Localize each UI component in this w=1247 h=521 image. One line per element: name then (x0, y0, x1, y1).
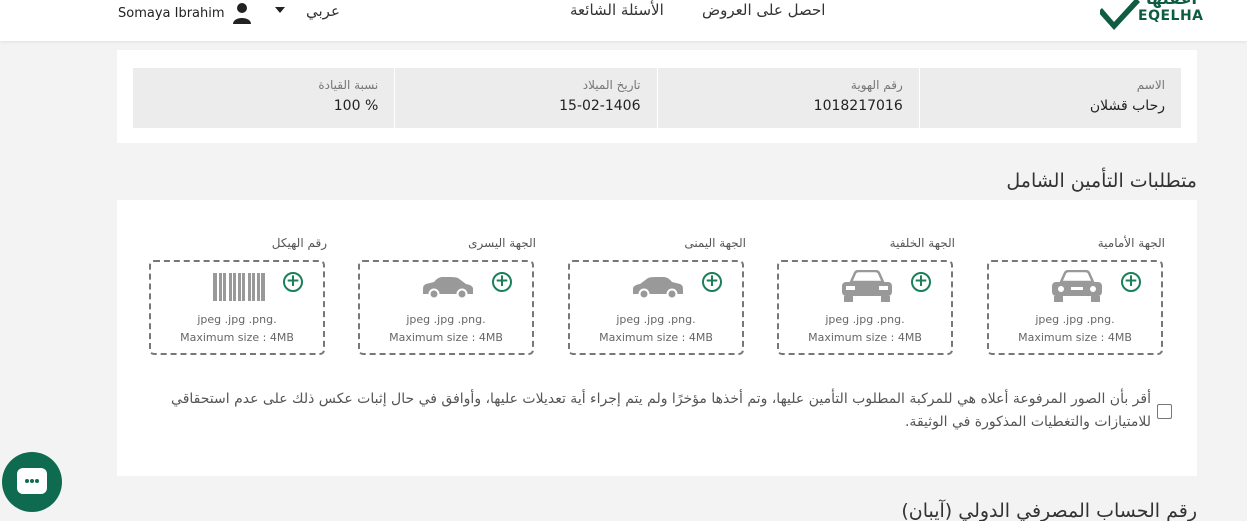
driver-info-table: الاسم رحاب قشلان رقم الهوية 1018217016 ت… (133, 68, 1181, 128)
info-label: تاريخ الميلاد (582, 78, 641, 92)
info-cell-name: الاسم رحاب قشلان (918, 68, 1181, 128)
car-rear-icon (842, 270, 892, 302)
nav-link-get-offers[interactable]: احصل على العروض (702, 1, 825, 19)
car-side-icon (633, 277, 683, 300)
upload-right-side: الجهة اليمنى + jpeg .jpg .png. Maximum s… (568, 236, 746, 355)
info-value: 100 % (333, 98, 379, 114)
language-selector[interactable]: عربي (306, 2, 340, 20)
iban-section-title: رقم الحساب المصرفي الدولي (آيبان) (901, 500, 1197, 521)
upload-dropzone[interactable]: + jpeg .jpg .png. Maximum size : 4MB (149, 260, 325, 355)
info-cell-driving-percentage: نسبة القيادة 100 % (133, 68, 394, 128)
upload-dropzone[interactable]: + jpeg .jpg .png. Maximum size : 4MB (568, 260, 744, 355)
agreement-text: أقر بأن الصور المرفوعة أعلاه هي للمركبة … (171, 391, 1151, 430)
nav-link-faq[interactable]: الأسئلة الشائعة (570, 1, 664, 19)
add-photo-icon[interactable]: + (492, 272, 512, 292)
info-label: الاسم (1136, 78, 1165, 92)
upload-rear: الجهة الخلفية + jpeg .jpg .png. Maximum … (777, 236, 955, 355)
language-dropdown-caret-icon[interactable] (275, 7, 285, 13)
top-navbar: Somaya Ibrahim عربي الأسئلة الشائعة احصل… (0, 0, 1247, 41)
file-types-hint: jpeg .jpg .png. (406, 313, 486, 326)
max-size-hint: Maximum size : 4MB (1018, 331, 1132, 344)
info-value: رحاب قشلان (1089, 98, 1165, 114)
upload-label: الجهة الخلفية (889, 236, 955, 250)
file-types-hint: jpeg .jpg .png. (825, 313, 905, 326)
upload-chassis-number: رقم الهيكل + jpeg .jpg .png. Maximum siz… (149, 236, 327, 355)
agreement-checkbox[interactable] (1157, 404, 1172, 419)
user-menu[interactable]: Somaya Ibrahim (118, 2, 251, 24)
car-side-icon (423, 277, 473, 300)
file-types-hint: jpeg .jpg .png. (197, 313, 277, 326)
info-value: 1018217016 (813, 98, 903, 114)
chat-button[interactable] (2, 452, 62, 512)
upload-left-side: الجهة اليسرى + jpeg .jpg .png. Maximum s… (358, 236, 536, 355)
upload-dropzone[interactable]: + jpeg .jpg .png. Maximum size : 4MB (777, 260, 953, 355)
add-photo-icon[interactable]: + (702, 272, 722, 292)
user-name: Somaya Ibrahim (118, 5, 225, 21)
info-label: نسبة القيادة (318, 78, 379, 92)
upload-label: الجهة اليسرى (468, 236, 536, 250)
add-photo-icon[interactable]: + (1121, 272, 1141, 292)
upload-label: الجهة اليمنى (684, 236, 746, 250)
upload-front: الجهة الأمامية + jpeg .jpg .png. Maximum… (987, 236, 1165, 355)
upload-dropzone[interactable]: + jpeg .jpg .png. Maximum size : 4MB (987, 260, 1163, 355)
upload-dropzone[interactable]: + jpeg .jpg .png. Maximum size : 4MB (358, 260, 534, 355)
upload-label: الجهة الأمامية (1097, 236, 1165, 250)
max-size-hint: Maximum size : 4MB (180, 331, 294, 344)
user-icon (232, 3, 251, 24)
add-photo-icon[interactable]: + (911, 272, 931, 292)
chat-bubble-icon (17, 468, 47, 494)
logo-text: EQELHA (1138, 8, 1204, 24)
max-size-hint: Maximum size : 4MB (389, 331, 503, 344)
car-front-icon (1052, 270, 1102, 302)
info-cell-id: رقم الهوية 1018217016 (656, 68, 919, 128)
info-cell-birthdate: تاريخ الميلاد 15-02-1406 (394, 68, 656, 128)
info-label: رقم الهوية (850, 78, 903, 92)
file-types-hint: jpeg .jpg .png. (616, 313, 696, 326)
insurance-requirements-title: متطلبات التأمين الشامل (1006, 170, 1197, 192)
max-size-hint: Maximum size : 4MB (599, 331, 713, 344)
logo-arabic-text: اعقلها (1146, 0, 1197, 8)
add-photo-icon[interactable]: + (283, 272, 303, 292)
upload-label: رقم الهيكل (271, 236, 327, 250)
file-types-hint: jpeg .jpg .png. (1035, 313, 1115, 326)
info-value: 15-02-1406 (559, 98, 641, 114)
barcode-icon (213, 273, 265, 301)
max-size-hint: Maximum size : 4MB (808, 331, 922, 344)
